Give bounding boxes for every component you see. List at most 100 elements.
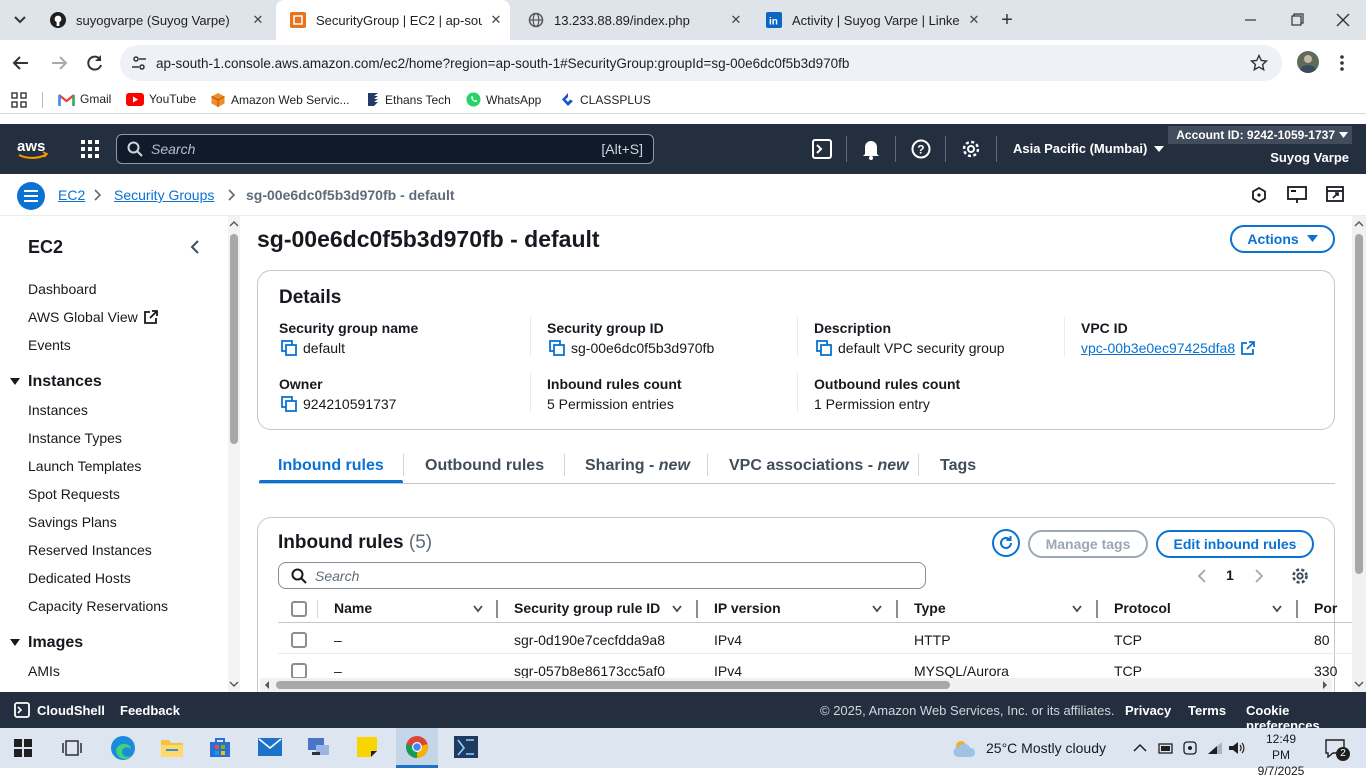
actions-button[interactable]: Actions <box>1230 225 1335 253</box>
vpn-icon[interactable] <box>1182 740 1198 756</box>
column-port[interactable]: Por <box>1314 600 1337 616</box>
wifi-icon[interactable] <box>1206 740 1224 756</box>
battery-icon[interactable] <box>1158 741 1174 755</box>
aws-search-input[interactable]: Search [Alt+S] <box>116 134 654 164</box>
table-hscrollbar[interactable] <box>260 678 1332 692</box>
minimize-button[interactable] <box>1236 10 1266 30</box>
feedback-link[interactable]: Feedback <box>120 703 180 718</box>
tab-outbound-rules[interactable]: Outbound rules <box>425 457 544 475</box>
hexagon-info-icon[interactable] <box>1251 187 1267 203</box>
aws-logo[interactable]: aws <box>16 136 50 162</box>
copy-icon[interactable] <box>281 340 297 356</box>
close-icon[interactable]: ✕ <box>244 12 272 28</box>
column-type[interactable]: Type <box>914 600 946 616</box>
sidebar-item-reserved-instances[interactable]: Reserved Instances <box>28 542 152 558</box>
back-button[interactable] <box>10 52 32 74</box>
table-row[interactable] <box>278 623 1352 654</box>
account-menu[interactable]: Account ID: 9242-1059-1737 <box>1168 126 1352 144</box>
sidebar-item-dashboard[interactable]: Dashboard <box>28 281 97 297</box>
sidebar-section-instances[interactable]: Instances <box>10 373 102 391</box>
terms-link[interactable]: Terms <box>1188 703 1226 718</box>
sidebar-item-global-view[interactable]: AWS Global View <box>28 309 158 325</box>
privacy-link[interactable]: Privacy <box>1125 703 1171 718</box>
page-number[interactable]: 1 <box>1226 567 1234 583</box>
column-ip-version[interactable]: IP version <box>714 600 781 616</box>
row-checkbox[interactable] <box>291 632 307 648</box>
user-name[interactable]: Suyog Varpe <box>1270 150 1349 165</box>
browser-tab-linkedin[interactable]: in Activity | Suyog Varpe | LinkedIn ✕ <box>752 0 988 40</box>
gear-icon[interactable] <box>1291 567 1309 585</box>
sidebar-section-images[interactable]: Images <box>10 634 83 652</box>
cloudshell-footer-button[interactable]: CloudShell <box>14 702 105 718</box>
chevron-right-icon[interactable] <box>1254 569 1264 583</box>
bookmark-classplus[interactable]: CLASSPLUS <box>560 92 651 107</box>
notifications-button[interactable] <box>861 138 881 160</box>
column-protocol[interactable]: Protocol <box>1114 600 1171 616</box>
sort-caret-icon[interactable] <box>872 605 882 613</box>
collapse-sidebar-icon[interactable] <box>190 240 200 254</box>
row-checkbox[interactable] <box>291 663 307 679</box>
file-explorer-taskbar-icon[interactable] <box>160 736 184 758</box>
close-window-button[interactable] <box>1328 10 1358 30</box>
sort-caret-icon[interactable] <box>1072 605 1082 613</box>
select-all-checkbox[interactable] <box>291 601 307 617</box>
apps-grid-icon[interactable] <box>11 92 27 108</box>
close-icon[interactable]: ✕ <box>482 12 510 28</box>
close-icon[interactable]: ✕ <box>960 12 988 28</box>
sidebar-item-instance-types[interactable]: Instance Types <box>28 430 122 446</box>
tab-tags[interactable]: Tags <box>940 457 976 475</box>
weather-widget[interactable]: 25°C Mostly cloudy <box>952 738 1106 758</box>
new-tab-button[interactable]: + <box>996 8 1018 32</box>
column-rule-id[interactable]: Security group rule ID <box>514 600 660 616</box>
vpc-id-link[interactable]: vpc-00b3e0ec97425dfa8 <box>1081 340 1256 356</box>
column-resizer[interactable] <box>896 600 898 618</box>
chrome-taskbar-icon[interactable] <box>396 728 438 768</box>
sort-caret-icon[interactable] <box>473 605 483 613</box>
sidebar-item-instances[interactable]: Instances <box>28 402 88 418</box>
browser-tab-index[interactable]: 13.233.88.89/index.php ✕ <box>514 0 750 40</box>
help-button[interactable]: ? <box>911 139 931 159</box>
forward-button[interactable] <box>48 52 70 74</box>
region-selector[interactable]: Asia Pacific (Mumbai) <box>1013 141 1165 156</box>
sidebar-item-spot-requests[interactable]: Spot Requests <box>28 486 120 502</box>
store-taskbar-icon[interactable] <box>208 736 232 758</box>
mail-taskbar-icon[interactable] <box>258 738 282 756</box>
edit-inbound-rules-button[interactable]: Edit inbound rules <box>1156 530 1314 558</box>
column-resizer[interactable] <box>1296 600 1298 618</box>
bookmark-aws[interactable]: Amazon Web Servic... <box>210 92 350 108</box>
column-resizer[interactable] <box>696 600 698 618</box>
tab-inbound-rules[interactable]: Inbound rules <box>278 457 384 475</box>
browser-tab-ec2[interactable]: SecurityGroup | EC2 | ap-south- ✕ <box>276 0 510 40</box>
reload-button[interactable] <box>84 52 106 74</box>
column-name[interactable]: Name <box>334 600 372 616</box>
chevron-up-icon[interactable] <box>1133 743 1147 753</box>
tab-sharing[interactable]: Sharing - new <box>585 457 690 475</box>
address-bar[interactable]: ap-south-1.console.aws.amazon.com/ec2/ho… <box>120 45 1282 81</box>
bookmark-youtube[interactable]: YouTube <box>126 92 196 106</box>
cloudshell-button[interactable] <box>812 139 832 159</box>
browser-menu-button[interactable] <box>1338 53 1346 73</box>
close-icon[interactable]: ✕ <box>722 12 750 28</box>
bookmark-star-icon[interactable] <box>1250 54 1268 72</box>
copy-icon[interactable] <box>281 396 297 412</box>
scroll-thumb[interactable] <box>230 234 238 444</box>
clock[interactable]: 12:49 PM 9/7/2025 <box>1256 731 1306 779</box>
scroll-thumb[interactable] <box>1355 234 1363 574</box>
column-resizer[interactable] <box>496 600 498 618</box>
task-view-button[interactable] <box>62 739 82 757</box>
monitor-icon[interactable] <box>1287 186 1307 204</box>
sidebar-item-amis[interactable]: AMIs <box>28 663 60 679</box>
bookmark-gmail[interactable]: Gmail <box>58 92 111 106</box>
manage-tags-button[interactable]: Manage tags <box>1028 530 1148 558</box>
restore-button[interactable] <box>1282 10 1312 30</box>
profile-avatar[interactable] <box>1297 51 1319 73</box>
scroll-thumb[interactable] <box>276 681 950 689</box>
bookmark-whatsapp[interactable]: WhatsApp <box>466 92 541 107</box>
sidebar-scrollbar[interactable] <box>228 216 240 692</box>
refresh-button[interactable] <box>992 529 1020 557</box>
sort-caret-icon[interactable] <box>1272 605 1282 613</box>
breadcrumb-security-groups-link[interactable]: Security Groups <box>114 187 214 203</box>
tab-vpc-associations[interactable]: VPC associations - new <box>729 457 909 475</box>
app-taskbar-icon[interactable] <box>454 736 478 758</box>
sidebar-item-dedicated-hosts[interactable]: Dedicated Hosts <box>28 570 131 586</box>
